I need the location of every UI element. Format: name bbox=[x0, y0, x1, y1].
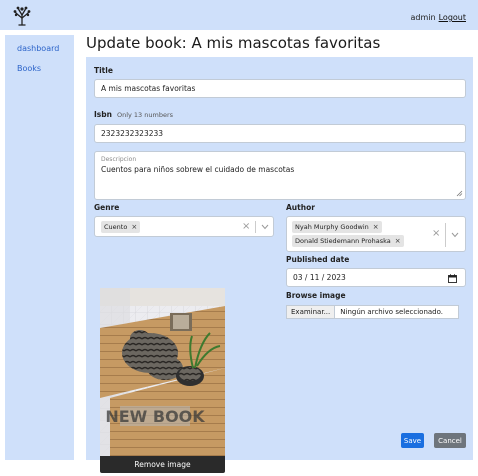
select-divider bbox=[255, 221, 256, 233]
published-date-label: Published date bbox=[286, 255, 350, 264]
resize-handle-icon[interactable] bbox=[456, 190, 463, 197]
remove-chip-icon[interactable]: × bbox=[131, 223, 137, 231]
page-title: Update book: A mis mascotas favoritas bbox=[86, 34, 381, 52]
isbn-value: 2323232323233 bbox=[101, 129, 164, 138]
title-input[interactable]: A mis mascotas favoritas bbox=[94, 79, 466, 98]
save-button[interactable]: Save bbox=[401, 433, 424, 448]
calendar-icon[interactable] bbox=[448, 274, 457, 283]
clear-icon[interactable]: × bbox=[242, 221, 250, 232]
cancel-button[interactable]: Cancel bbox=[434, 433, 466, 448]
file-name: Ningún archivo seleccionado. bbox=[340, 308, 444, 316]
author-chip: Nyah Murphy Goodwin × bbox=[292, 221, 382, 233]
sidebar-item-dashboard[interactable]: dashboard bbox=[17, 44, 59, 53]
author-select[interactable]: Nyah Murphy Goodwin × Donald Stiedemann P… bbox=[286, 216, 466, 252]
logout-link[interactable]: Logout bbox=[439, 13, 466, 22]
browse-button[interactable]: Examinar... bbox=[287, 306, 336, 318]
remove-chip-icon[interactable]: × bbox=[373, 223, 379, 231]
isbn-hint: Only 13 numbers bbox=[116, 111, 174, 119]
chevron-down-icon[interactable] bbox=[261, 224, 269, 230]
image-watermark: NEW BOOK bbox=[105, 407, 205, 426]
username: admin bbox=[410, 13, 436, 22]
title-label: Title bbox=[94, 66, 113, 75]
select-divider bbox=[445, 223, 446, 247]
file-input[interactable]: Examinar... Ningún archivo seleccionado. bbox=[286, 305, 459, 319]
genre-label: Genre bbox=[94, 203, 120, 212]
cover-photo-graphic: NEW BOOK bbox=[100, 288, 225, 456]
description-placeholder: Descripcion bbox=[101, 156, 137, 163]
clear-icon[interactable]: × bbox=[432, 228, 440, 239]
title-value: A mis mascotas favoritas bbox=[101, 84, 196, 93]
remove-chip-icon[interactable]: × bbox=[395, 237, 401, 245]
tree-icon[interactable] bbox=[12, 6, 32, 26]
description-value: Cuentos para niños sobrew el cuidado de … bbox=[101, 165, 295, 174]
published-date-input[interactable]: 03 / 11 / 2023 bbox=[286, 268, 466, 287]
description-textarea[interactable]: Descripcion Cuentos para niños sobrew el… bbox=[94, 151, 466, 200]
genre-select[interactable]: Cuento × × bbox=[94, 216, 274, 237]
published-date-value: 03 / 11 / 2023 bbox=[293, 273, 346, 282]
isbn-input[interactable]: 2323232323233 bbox=[94, 124, 466, 143]
user-menu: admin Logout bbox=[411, 13, 466, 22]
remove-image-button[interactable]: Remove image bbox=[100, 456, 225, 473]
isbn-label: Isbn Only 13 numbers bbox=[94, 110, 173, 119]
browse-image-label: Browse image bbox=[286, 291, 346, 300]
sidebar-item-books[interactable]: Books bbox=[17, 64, 41, 73]
author-chip: Donald Stiedemann Prohaska × bbox=[292, 235, 404, 247]
isbn-label-text: Isbn bbox=[94, 110, 112, 119]
sidebar: dashboard Books bbox=[5, 35, 74, 460]
chevron-down-icon[interactable] bbox=[451, 232, 459, 238]
genre-chip: Cuento × bbox=[101, 221, 141, 233]
book-cover-image: NEW BOOK bbox=[100, 288, 225, 456]
top-navbar: admin Logout bbox=[0, 0, 478, 30]
author-label: Author bbox=[286, 203, 315, 212]
